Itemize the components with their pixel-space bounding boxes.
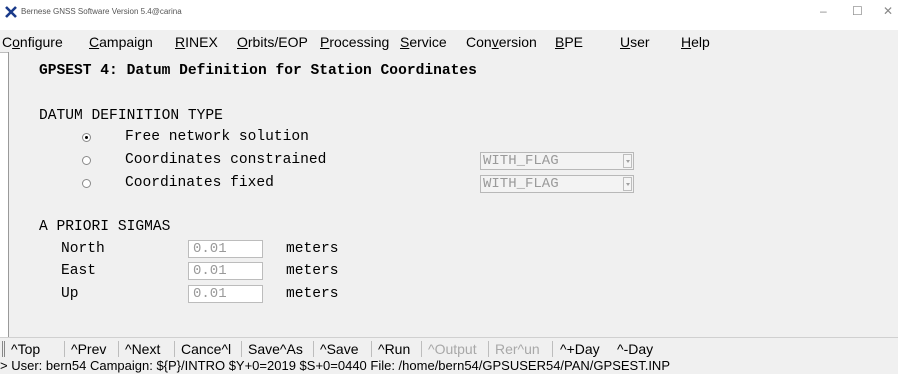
rerun-button[interactable]: Rer^un: [495, 341, 540, 357]
window-title: Bernese GNSS Software Version 5.4@carina: [21, 7, 182, 16]
menu-user[interactable]: User: [620, 34, 650, 50]
radio-coordinates-constrained[interactable]: [82, 156, 91, 165]
radio-coordinates-fixed[interactable]: [82, 179, 91, 188]
toolbar-separator: [421, 341, 422, 357]
sigma-up-input[interactable]: 0.01: [188, 285, 263, 303]
next-button[interactable]: ^Next: [125, 341, 160, 357]
constrained-flag-select[interactable]: WITH_FLAG: [480, 152, 634, 170]
plus-day-button[interactable]: ^+Day: [560, 341, 600, 357]
toolbar-separator: [64, 341, 65, 357]
panel-title: GPSEST 4: Datum Definition for Station C…: [39, 63, 477, 79]
menu-conversion[interactable]: Conversion: [466, 34, 537, 50]
toolbar-separator: [118, 341, 119, 357]
menu-help[interactable]: Help: [681, 34, 710, 50]
toolbar-separator: [371, 341, 372, 357]
chevron-down-icon[interactable]: [623, 177, 632, 191]
sigma-north-unit: meters: [286, 241, 339, 257]
option-label-coordinates-constrained: Coordinates constrained: [125, 152, 327, 168]
sigma-north-input[interactable]: 0.01: [188, 240, 263, 258]
minimize-button[interactable]: –: [820, 4, 827, 18]
option-label-coordinates-fixed: Coordinates fixed: [125, 175, 274, 191]
fixed-flag-select[interactable]: WITH_FLAG: [480, 175, 634, 193]
sigma-east-input[interactable]: 0.01: [188, 262, 263, 280]
sigma-label-north: North: [61, 241, 105, 257]
status-bar: > User: bern54 Campaign: ${P}/INTRO $Y+0…: [0, 359, 898, 374]
sigma-up-unit: meters: [286, 286, 339, 302]
navigation-toolbar: ^Top ^Prev ^Next Cance^l Save^As ^Save ^…: [0, 337, 898, 360]
bernese-logo-icon: [5, 6, 17, 18]
close-button[interactable]: ✕: [883, 4, 893, 18]
cancel-button[interactable]: Cance^l: [181, 341, 231, 357]
constrained-flag-value: WITH_FLAG: [483, 153, 559, 169]
save-as-button[interactable]: Save^As: [248, 341, 303, 357]
menu-orbits-eop[interactable]: Orbits/EOP: [237, 34, 308, 50]
sigma-label-up: Up: [61, 286, 79, 302]
radio-free-network[interactable]: [82, 133, 91, 142]
minus-day-button[interactable]: ^-Day: [617, 341, 653, 357]
chevron-down-icon[interactable]: [623, 154, 632, 168]
prev-button[interactable]: ^Prev: [71, 341, 106, 357]
panel-border: [8, 52, 9, 337]
toolbar-separator: [174, 341, 175, 357]
menu-service[interactable]: Service: [400, 34, 447, 50]
fixed-flag-value: WITH_FLAG: [483, 176, 559, 192]
menu-rinex[interactable]: RINEX: [175, 34, 218, 50]
save-button[interactable]: ^Save: [320, 341, 358, 357]
toolbar-separator: [241, 341, 242, 357]
menu-processing[interactable]: Processing: [320, 34, 389, 50]
toolbar-separator: [313, 341, 314, 357]
sigma-east-unit: meters: [286, 263, 339, 279]
menu-campaign[interactable]: Campaign: [89, 34, 153, 50]
menu-bpe[interactable]: BPE: [555, 34, 583, 50]
input-panel: [8, 52, 898, 337]
menu-bar: Configure Campaign RINEX Orbits/EOP Proc…: [0, 30, 898, 53]
output-button[interactable]: ^Output: [428, 341, 477, 357]
top-button[interactable]: ^Top: [11, 341, 40, 357]
option-label-free-network: Free network solution: [125, 129, 309, 145]
window-titlebar: Bernese GNSS Software Version 5.4@carina…: [0, 0, 898, 30]
toolbar-grip-handle[interactable]: [2, 341, 5, 357]
maximize-button[interactable]: ☐: [852, 4, 863, 18]
a-priori-sigmas-heading: A PRIORI SIGMAS: [39, 219, 171, 235]
toolbar-separator: [488, 341, 489, 357]
toolbar-separator: [552, 341, 553, 357]
menu-configure[interactable]: Configure: [2, 34, 63, 50]
datum-definition-heading: DATUM DEFINITION TYPE: [39, 108, 223, 124]
sigma-label-east: East: [61, 263, 97, 279]
run-button[interactable]: ^Run: [378, 341, 410, 357]
